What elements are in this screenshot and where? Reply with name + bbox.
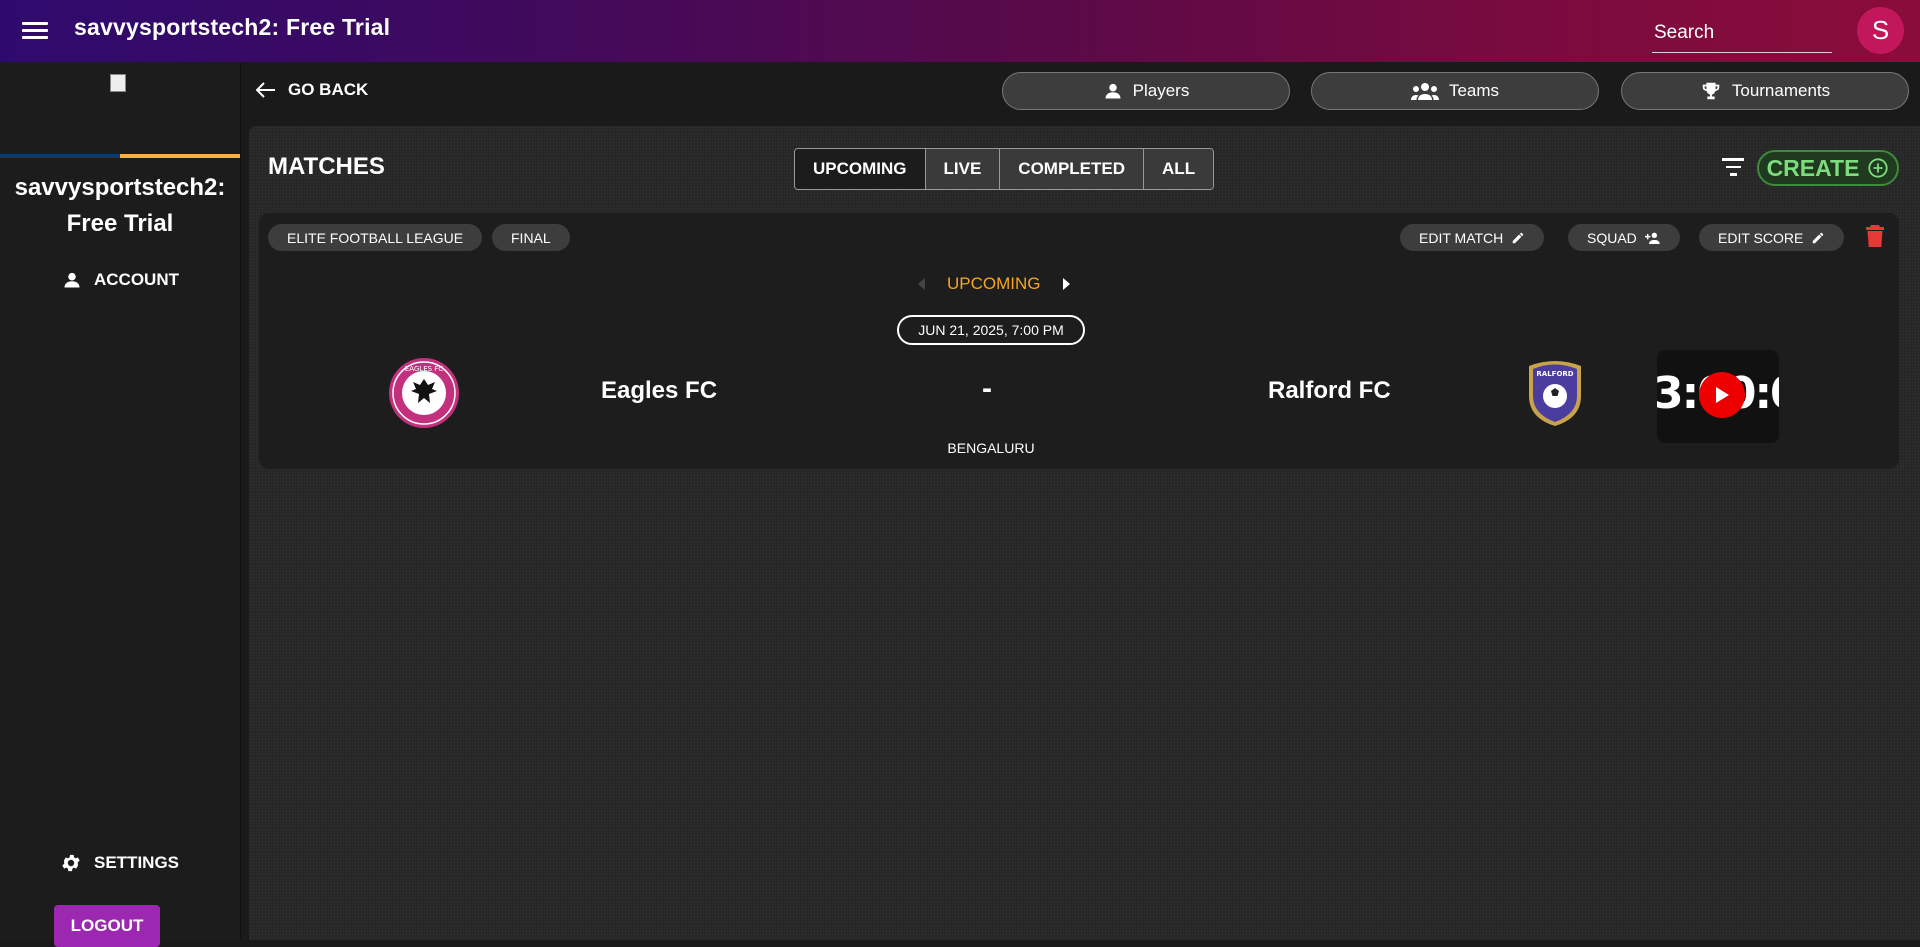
avatar[interactable]: S bbox=[1857, 7, 1904, 54]
filter-icon[interactable] bbox=[1720, 156, 1746, 178]
broken-image-icon bbox=[110, 74, 128, 94]
sidebar-item-label: SETTINGS bbox=[94, 853, 180, 872]
tab-all[interactable]: ALL bbox=[1143, 149, 1214, 189]
sidebar-team-name: savvysportstech2: Free Trial bbox=[14, 174, 226, 237]
edit-score-label: EDIT SCORE bbox=[1718, 229, 1804, 246]
sidebar-item-settings[interactable]: SETTINGS bbox=[60, 852, 179, 874]
create-button[interactable]: CREATE bbox=[1757, 150, 1899, 186]
teams-label: Teams bbox=[1448, 81, 1500, 100]
prev-status-icon[interactable] bbox=[918, 278, 925, 290]
sidebar: savvysportstech2: Free Trial ACCOUNT SETT… bbox=[0, 62, 241, 947]
menu-icon[interactable] bbox=[22, 18, 48, 44]
league-chip[interactable]: ELITE FOOTBALL LEAGUE bbox=[268, 224, 483, 251]
page-title: MATCHES bbox=[268, 153, 385, 180]
trophy-icon bbox=[1702, 82, 1720, 100]
status-switcher: UPCOMING bbox=[918, 274, 1070, 294]
person-icon bbox=[1105, 83, 1121, 99]
teams-button[interactable]: Teams bbox=[1311, 72, 1599, 110]
edit-match-label: EDIT MATCH bbox=[1419, 229, 1504, 246]
stripe-secondary bbox=[120, 154, 240, 158]
squad-button[interactable]: SQUAD bbox=[1568, 224, 1680, 251]
person-add-icon bbox=[1644, 232, 1660, 244]
team-color-stripes bbox=[0, 154, 240, 158]
play-icon[interactable] bbox=[1699, 372, 1745, 418]
tab-live[interactable]: LIVE bbox=[924, 149, 1000, 189]
next-status-icon[interactable] bbox=[1062, 278, 1070, 290]
sidebar-item-label: ACCOUNT bbox=[94, 270, 179, 289]
match-venue: BENGALURU bbox=[947, 440, 1035, 456]
add-circle-icon bbox=[1868, 158, 1889, 178]
search-field[interactable] bbox=[1652, 18, 1836, 53]
match-status: UPCOMING bbox=[947, 274, 1041, 293]
stripe-primary bbox=[0, 154, 120, 158]
go-back-button[interactable]: GO BACK bbox=[256, 80, 368, 100]
person-icon bbox=[64, 272, 80, 288]
go-back-label: GO BACK bbox=[288, 80, 369, 99]
tournaments-label: Tournaments bbox=[1731, 81, 1831, 100]
stage-chip[interactable]: FINAL bbox=[492, 224, 570, 251]
players-button[interactable]: Players bbox=[1002, 72, 1290, 110]
match-datetime: JUN 21, 2025, 7:00 PM bbox=[897, 315, 1085, 345]
app-bar: savvysportstech2: Free Trial S bbox=[0, 0, 1920, 62]
delete-icon[interactable] bbox=[1866, 225, 1884, 247]
match-video-thumbnail[interactable]: 3:00:00 bbox=[1657, 350, 1779, 443]
tab-completed[interactable]: COMPLETED bbox=[999, 149, 1144, 189]
tab-upcoming[interactable]: UPCOMING bbox=[795, 149, 925, 189]
squad-label: SQUAD bbox=[1587, 229, 1637, 246]
pencil-icon bbox=[1513, 232, 1524, 243]
group-icon bbox=[1410, 83, 1439, 100]
home-logo-text: EAGLES FC bbox=[405, 365, 444, 373]
edit-match-button[interactable]: EDIT MATCH bbox=[1400, 224, 1545, 251]
away-team-name: Ralford FC bbox=[1268, 377, 1391, 404]
pencil-icon bbox=[1813, 232, 1824, 243]
sidebar-item-account[interactable]: ACCOUNT bbox=[62, 270, 179, 290]
logout-button[interactable]: LOGOUT bbox=[54, 905, 160, 947]
eagles-fc-logo: EAGLES FC bbox=[389, 358, 459, 428]
match-status-tabs: UPCOMING LIVE COMPLETED ALL bbox=[794, 148, 1215, 190]
app-title: savvysportstech2: Free Trial bbox=[74, 14, 391, 40]
arrow-left-icon bbox=[256, 82, 275, 98]
search-input[interactable] bbox=[1652, 18, 1836, 48]
edit-score-button[interactable]: EDIT SCORE bbox=[1699, 224, 1845, 251]
match-score: - bbox=[982, 372, 992, 405]
away-logo-text: RALFORD bbox=[1536, 370, 1573, 378]
players-label: Players bbox=[1132, 81, 1190, 100]
home-team-name: Eagles FC bbox=[601, 377, 718, 404]
create-label: CREATE bbox=[1766, 154, 1860, 181]
ralford-fc-logo: RALFORD bbox=[1529, 361, 1581, 426]
tournaments-button[interactable]: Tournaments bbox=[1621, 72, 1909, 110]
gear-icon bbox=[62, 854, 80, 872]
